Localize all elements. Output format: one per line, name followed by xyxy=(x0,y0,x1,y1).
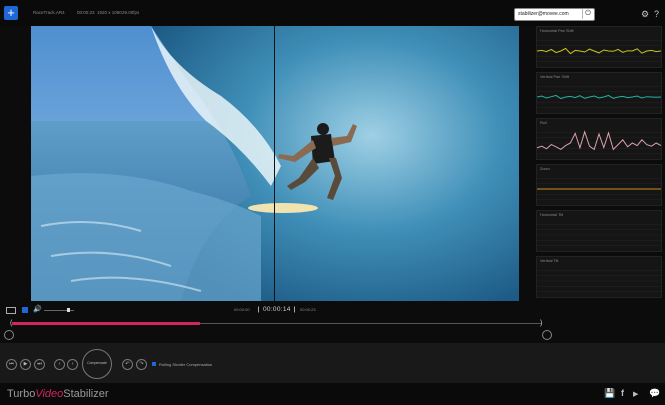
time-start: 00:00:00 xyxy=(234,307,250,312)
add-file-button[interactable]: + xyxy=(4,6,18,20)
undo-icon[interactable]: ↶ xyxy=(122,359,133,370)
graph-vertical-pan: Vertical Pan Shift xyxy=(536,72,662,114)
file-fps: 29.00fps xyxy=(122,10,140,15)
graph-title: Vertical Tilt xyxy=(540,259,559,263)
split-view-divider[interactable] xyxy=(274,26,275,301)
graph-roll: Roll xyxy=(536,118,662,160)
file-name: RaceTrack.AR4 xyxy=(33,10,65,15)
help-button[interactable]: ? xyxy=(654,9,659,19)
graph-horizontal-pan: Horizontal Pan Shift xyxy=(536,26,662,68)
aspect-toggle-icon[interactable] xyxy=(6,307,16,314)
step-back-icon[interactable]: ❙ xyxy=(256,306,261,313)
graph-plot xyxy=(537,40,661,62)
graph-plot xyxy=(537,270,661,292)
redo-icon[interactable]: ↷ xyxy=(136,359,147,370)
graph-plot xyxy=(537,130,661,154)
facebook-icon[interactable]: f xyxy=(621,388,624,398)
file-duration: 00:00:23 xyxy=(77,10,95,15)
gear-icon[interactable]: ⚙ xyxy=(641,9,649,20)
trim-end-handle[interactable] xyxy=(542,330,552,340)
frame-forward-icon[interactable]: › xyxy=(67,359,78,370)
out-point-marker[interactable]: ) xyxy=(540,320,542,327)
step-forward-icon[interactable]: ❙ xyxy=(292,306,297,313)
chat-icon[interactable]: 💬 xyxy=(649,388,660,399)
graph-plot xyxy=(537,178,661,200)
graph-vertical-tilt: Vertical Tilt xyxy=(536,256,662,298)
skip-back-icon[interactable]: ⏮ xyxy=(6,359,17,370)
account-email: stabilizer@movee.com xyxy=(518,11,569,17)
file-resolution: 1920 x 1080 xyxy=(97,10,122,15)
rolling-shutter-label: Rolling Shutter Compensation xyxy=(159,362,213,367)
volume-slider-handle[interactable] xyxy=(67,308,70,312)
view-mode-icon[interactable] xyxy=(22,307,28,313)
brand-part-2: Video xyxy=(35,388,64,400)
save-icon[interactable]: 💾 xyxy=(604,388,615,399)
skip-forward-icon[interactable]: ⏭ xyxy=(34,359,45,370)
graph-title: Roll xyxy=(540,121,547,125)
graph-title: Vertical Pan Shift xyxy=(540,75,569,79)
time-end: 00:00:23 xyxy=(300,307,316,312)
compensate-button[interactable]: Compensate xyxy=(82,349,112,379)
brand-part-3: Stabilizer xyxy=(63,388,109,400)
rolling-shutter-checkbox[interactable] xyxy=(152,362,156,366)
graph-title: Horizontal Pan Shift xyxy=(540,29,574,33)
graph-horizontal-tilt: Horizontal Tilt xyxy=(536,210,662,252)
brand-logo: TurboVideoStabilizer xyxy=(7,388,109,400)
frame-back-icon[interactable]: ‹ xyxy=(54,359,65,370)
graph-title: Zoom xyxy=(540,167,550,171)
compensate-label: Compensate xyxy=(87,361,107,365)
time-current: 00:00:14 xyxy=(263,306,291,313)
graph-line xyxy=(537,130,661,151)
trim-start-handle[interactable] xyxy=(4,330,14,340)
logout-icon[interactable]: ⏻ xyxy=(582,9,593,19)
graph-zoom: Zoom xyxy=(536,164,662,206)
account-box[interactable]: stabilizer@movee.com ⏻ xyxy=(514,8,595,21)
timeline-progress[interactable] xyxy=(12,322,201,325)
graph-title: Horizontal Tilt xyxy=(540,213,563,217)
graph-plot xyxy=(537,224,661,246)
in-point-marker[interactable]: ( xyxy=(10,320,12,327)
video-preview[interactable] xyxy=(31,26,519,301)
video-frame xyxy=(31,26,519,301)
play-icon[interactable]: ▶ xyxy=(20,359,31,370)
youtube-icon[interactable]: ▶ xyxy=(633,390,638,398)
brand-part-1: Turbo xyxy=(7,388,36,400)
volume-icon[interactable]: 🔊 xyxy=(33,305,42,313)
graph-plot xyxy=(537,86,661,108)
